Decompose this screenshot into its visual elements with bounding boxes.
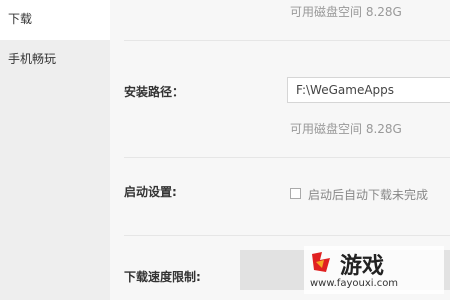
install-path-label: 安装路径：	[124, 85, 185, 99]
fa-logo-icon	[312, 252, 330, 272]
divider	[124, 235, 450, 236]
download-speed-limit-label: 下载速度限制:	[124, 270, 201, 284]
watermark: 游戏 www.fayouxi.com	[304, 246, 444, 294]
sidebar: 下载 手机畅玩	[0, 0, 110, 300]
sidebar-item-label: 手机畅玩	[8, 52, 57, 66]
sidebar-item-label: 下载	[8, 12, 33, 26]
watermark-title: 游戏	[340, 254, 385, 279]
disk-space-hint-top: 可用磁盘空间 8.28G	[290, 5, 402, 19]
auto-download-checkbox-label[interactable]: 启动后自动下载未完成	[308, 186, 428, 203]
sidebar-item-mobile-play[interactable]: 手机畅玩	[0, 40, 110, 80]
sidebar-item-download[interactable]: 下载	[0, 0, 110, 40]
watermark-url: www.fayouxi.com	[310, 278, 399, 289]
auto-download-checkbox[interactable]	[290, 188, 301, 199]
divider	[124, 40, 450, 41]
disk-space-hint: 可用磁盘空间 8.28G	[290, 122, 402, 136]
startup-settings-label: 启动设置:	[124, 185, 177, 199]
divider	[124, 157, 450, 158]
install-path-input[interactable]: F:\WeGameApps	[287, 77, 450, 103]
